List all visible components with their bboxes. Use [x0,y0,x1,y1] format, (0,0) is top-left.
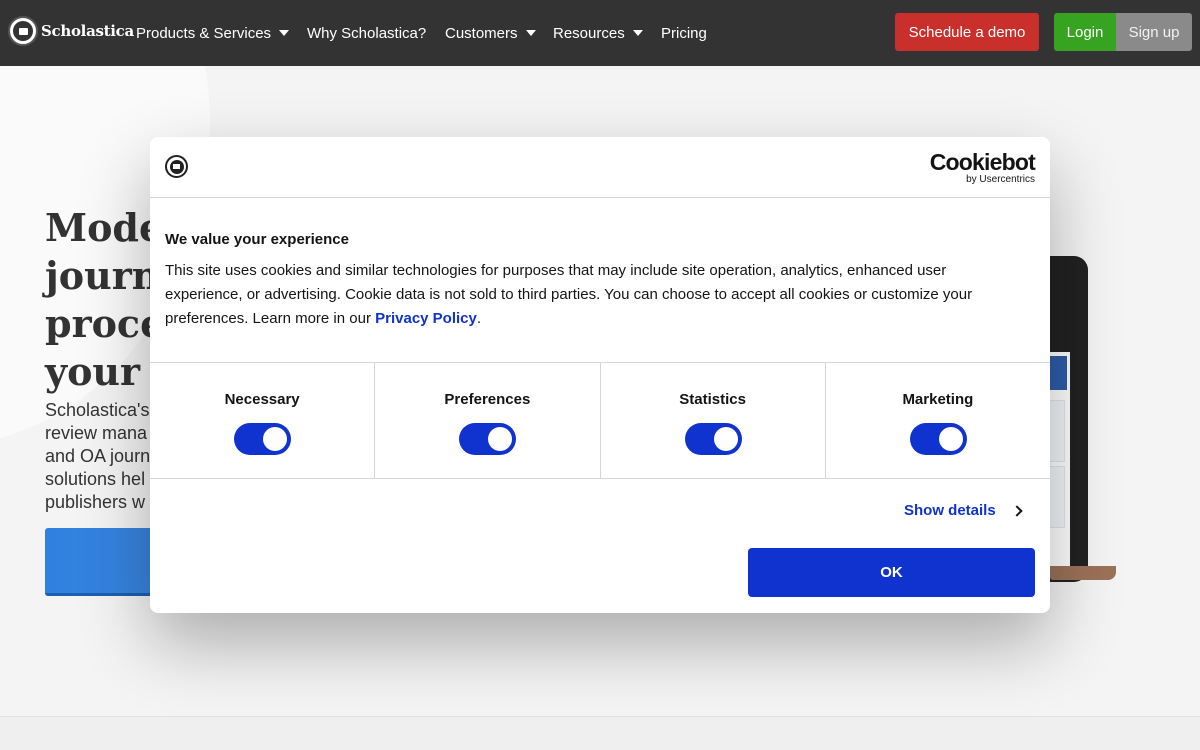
toggle-necessary-group: Necessary [150,363,376,478]
scholastica-logo[interactable]: Scholastica [8,15,134,47]
cookiebot-name: Cookiebot [929,149,1036,175]
nav-why-scholastica-label: Why Scholastica? [307,24,427,42]
cookiebot-byline: by Usercentrics [966,174,1035,185]
preferences-toggle-switch[interactable] [459,423,517,455]
consent-toggle-row: Necessary Preferences Statistics Marketi… [150,362,1050,479]
toggle-statistics-label: Statistics [679,391,746,408]
body-line: experience, or advertising. Cookie data … [165,286,973,303]
show-details-link[interactable]: Show details [904,502,1023,519]
login-button[interactable]: Login [1054,13,1116,51]
body-line: preferences. Learn more in our Privacy P… [165,307,1040,331]
marketing-toggle-switch[interactable] [909,423,967,455]
toggle-preferences-group: Preferences [375,363,601,478]
nav-products-services[interactable]: Products & Services [136,0,290,66]
signup-button[interactable]: Sign up [1116,13,1192,51]
body-period: . [476,310,482,327]
toggle-marketing-group: Marketing [826,363,1050,478]
nav-resources-label: Resources [553,24,625,42]
statistics-toggle-switch[interactable] [684,423,742,455]
switch-knob [263,427,288,451]
laptop-base-image [1050,566,1116,580]
toggle-necessary-label: Necessary [224,391,300,408]
chevron-right-icon [1011,504,1023,517]
site-seal-icon [165,155,188,178]
toggle-preferences-label: Preferences [444,391,531,408]
scholastica-seal-icon [8,16,38,46]
switch-knob [713,427,738,451]
toggle-marketing-label: Marketing [902,391,974,408]
nav-customers[interactable]: Customers [445,0,536,66]
necessary-toggle-switch[interactable] [234,423,292,455]
dialog-title: We value your experience [165,231,349,248]
logo-text: Scholastica [41,22,134,40]
ok-button[interactable]: OK [748,548,1035,597]
cookiebot-logo[interactable]: Cookiebot by Usercentrics [929,149,1036,185]
caret-down-icon [279,30,290,36]
switch-knob [488,427,513,451]
nav-products-services-label: Products & Services [136,24,272,42]
body-line-text: preferences. Learn more in our [165,310,371,327]
caret-down-icon [632,30,643,36]
dialog-header: Cookiebot by Usercentrics [150,137,1050,198]
nav-why-scholastica[interactable]: Why Scholastica? [307,0,426,66]
toggle-statistics-group: Statistics [601,363,826,478]
page-bottom-strip [0,716,1200,750]
privacy-policy-link[interactable]: Privacy Policy [375,310,477,327]
top-navbar: Scholastica Products & Services Why Scho… [0,0,1200,66]
switch-knob [938,427,963,451]
caret-down-icon [525,30,536,36]
cookie-consent-dialog: Cookiebot by Usercentrics We value your … [150,137,1050,613]
schedule-demo-button[interactable]: Schedule a demo [895,13,1039,51]
nav-customers-label: Customers [445,24,518,42]
body-line: This site uses cookies and similar techn… [165,262,947,279]
dialog-body-text: This site uses cookies and similar techn… [165,259,1040,331]
nav-resources[interactable]: Resources [553,0,643,66]
show-details-label: Show details [904,502,996,519]
nav-pricing[interactable]: Pricing [661,0,707,66]
nav-pricing-label: Pricing [661,24,707,42]
